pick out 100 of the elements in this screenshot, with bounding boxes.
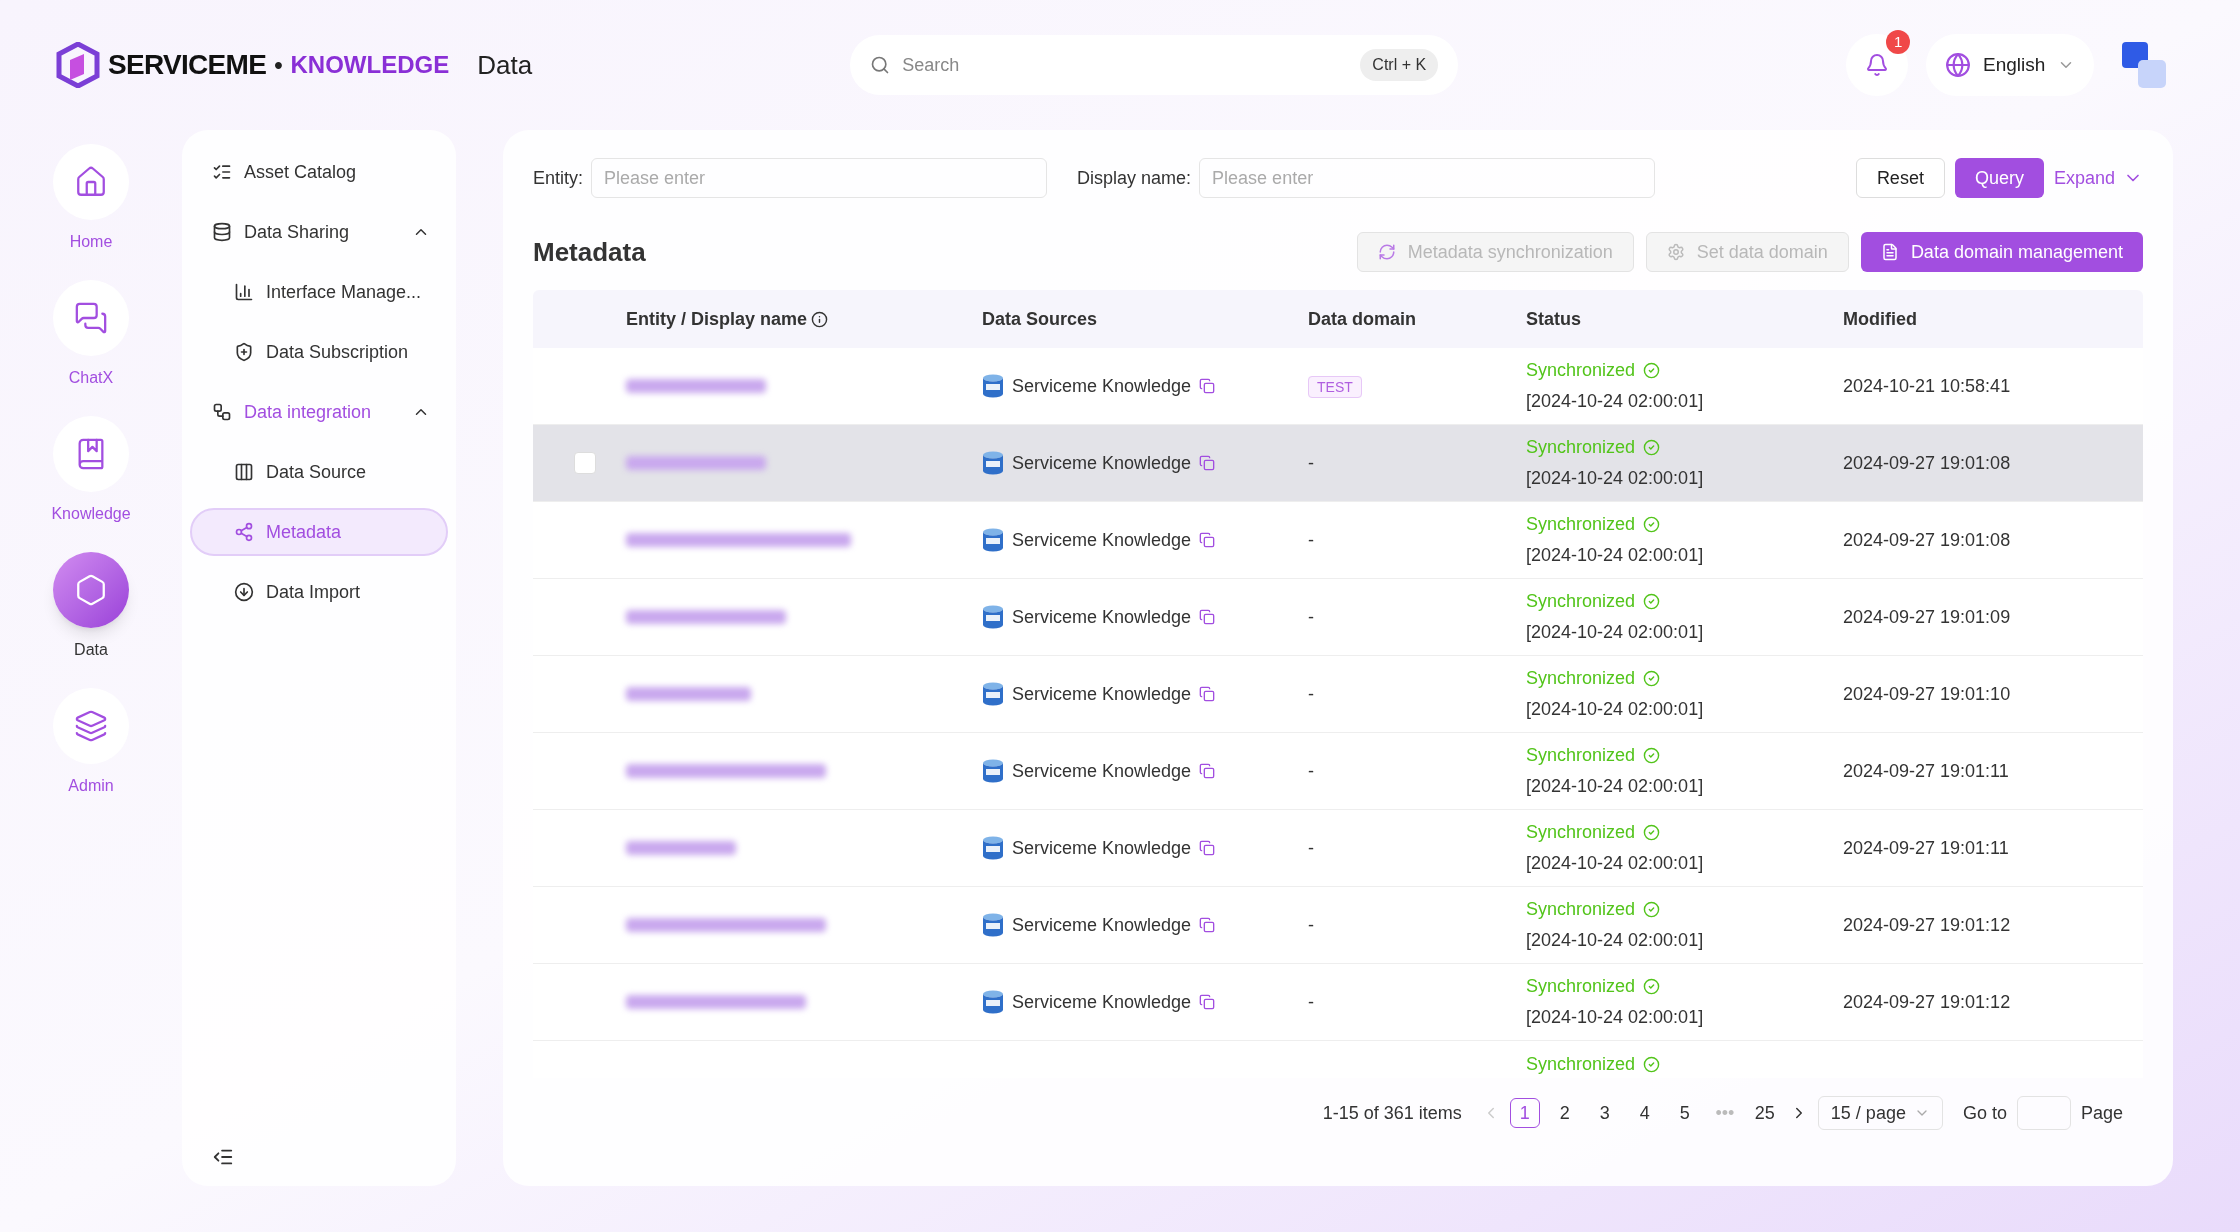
- status-text: Synchronized: [1526, 898, 1636, 921]
- page-button[interactable]: 4: [1629, 1098, 1660, 1128]
- modified-time: 2024-09-27 19:01:10: [1843, 683, 2011, 704]
- page-button[interactable]: 25: [1749, 1098, 1780, 1128]
- check-circle-icon: [1643, 1056, 1661, 1073]
- sidebar-item[interactable]: Metadata: [190, 508, 448, 556]
- domain-text: -: [1308, 914, 1314, 935]
- check-circle-icon: [1643, 362, 1661, 379]
- data-source-name: Serviceme Knowledge: [1012, 682, 1192, 706]
- language-selector[interactable]: English: [1926, 34, 2095, 96]
- info-icon: [811, 310, 829, 328]
- modified-time: 2024-09-27 19:01:12: [1843, 914, 2011, 935]
- data-source-name: Serviceme Knowledge: [1012, 528, 1192, 552]
- sql-database-icon: [982, 682, 1004, 706]
- sync-time: [2024-10-24 02:00:01]: [1526, 1006, 1705, 1029]
- check-circle-icon: [1643, 747, 1661, 764]
- column-header: Entity / Display name: [626, 305, 982, 333]
- search-icon: [870, 55, 891, 75]
- status-text: Synchronized: [1526, 667, 1636, 690]
- sync-time: [2024-10-24 02:00:01]: [1526, 852, 1705, 875]
- status-text: Synchronized: [1526, 821, 1636, 844]
- sync-time: [2024-10-24 02:00:01]: [1526, 929, 1705, 952]
- sidebar-item[interactable]: Data integration: [190, 388, 448, 436]
- domain-text: -: [1308, 837, 1314, 858]
- copy-icon[interactable]: [1199, 917, 1216, 933]
- domain-text: -: [1308, 606, 1314, 627]
- search-field[interactable]: Search Ctrl + K: [850, 35, 1459, 95]
- board-icon: [234, 462, 254, 482]
- sidebar-item[interactable]: Data Source: [190, 448, 448, 496]
- action-button[interactable]: Data domain management: [1860, 232, 2143, 272]
- page-button[interactable]: 2: [1549, 1098, 1580, 1128]
- modified-time: 2024-09-27 19:01:11: [1843, 837, 2009, 858]
- query-button[interactable]: Query: [1954, 158, 2044, 198]
- check-circle-icon: [1643, 901, 1661, 918]
- goto-page-input[interactable]: [2016, 1096, 2071, 1130]
- page-button[interactable]: 3: [1589, 1098, 1620, 1128]
- copy-icon[interactable]: [1199, 378, 1216, 394]
- brand-dot: •: [274, 50, 283, 80]
- globe-icon: [1944, 52, 1971, 78]
- modified-time: 2024-09-27 19:01:11: [1843, 760, 2009, 781]
- modified-time: 2024-09-27 19:01:08: [1843, 529, 2011, 550]
- copy-icon[interactable]: [1199, 532, 1216, 548]
- sidebar-item[interactable]: Data Sharing: [190, 208, 448, 256]
- shortcut-hint: Ctrl + K: [1360, 49, 1439, 81]
- sidebar-item[interactable]: Asset Catalog: [190, 148, 448, 196]
- chat-icon: [74, 301, 108, 335]
- bar-chart-icon: [234, 282, 254, 302]
- reset-button[interactable]: Reset: [1855, 158, 1945, 198]
- copy-icon[interactable]: [1199, 686, 1216, 702]
- sync-time: [2024-10-24 02:00:01]: [1526, 544, 1705, 567]
- expand-button[interactable]: Expand: [2053, 158, 2143, 198]
- sidebar-item[interactable]: Interface Manage...: [190, 268, 448, 316]
- domain-text: -: [1308, 452, 1314, 473]
- sql-database-icon: [982, 451, 1004, 475]
- check-circle-icon: [1643, 670, 1661, 687]
- sql-database-icon: [982, 605, 1004, 629]
- status-text: Synchronized: [1526, 590, 1636, 613]
- brand-product: KNOWLEDGE: [290, 50, 450, 80]
- modified-time: 2024-09-27 19:01:12: [1843, 991, 2011, 1012]
- copy-icon[interactable]: [1199, 994, 1216, 1010]
- status-text: Synchronized: [1526, 744, 1636, 767]
- check-circle-icon: [1643, 516, 1661, 533]
- copy-icon[interactable]: [1199, 455, 1216, 471]
- sidebar-item[interactable]: Data Import: [190, 568, 448, 616]
- list-icon: [212, 162, 232, 182]
- app-switch-icon: [2120, 40, 2169, 90]
- filter-input[interactable]: Please enter: [1199, 158, 1656, 198]
- filter-input[interactable]: Please enter: [591, 158, 1048, 198]
- copy-icon[interactable]: [1199, 840, 1216, 856]
- sync-icon: [1377, 243, 1396, 261]
- copy-icon[interactable]: [1199, 609, 1216, 625]
- logo-icon: [56, 42, 100, 88]
- home-icon: [74, 165, 108, 199]
- page-title: Data: [477, 48, 533, 82]
- column-header: Data domain: [1308, 307, 1418, 331]
- notification-count: 1: [1886, 30, 1911, 54]
- check-circle-icon: [1643, 439, 1661, 456]
- check-circle-icon: [1643, 593, 1661, 610]
- check-circle-icon: [1643, 978, 1661, 995]
- sync-time: [2024-10-24 02:00:01]: [1526, 698, 1705, 721]
- sql-database-icon: [982, 528, 1004, 552]
- sync-time: [2024-10-24 02:00:01]: [1526, 467, 1705, 490]
- column-header: Status: [1526, 307, 1582, 331]
- sidebar-item[interactable]: Data Subscription: [190, 328, 448, 376]
- download-icon: [234, 582, 254, 602]
- search-input[interactable]: Search: [902, 51, 1349, 79]
- status-text: Synchronized: [1526, 359, 1636, 382]
- data-source-name: Serviceme Knowledge: [1012, 913, 1192, 937]
- page-label: Page: [2080, 1101, 2123, 1125]
- column-header: Modified: [1843, 307, 1918, 331]
- domain-text: -: [1308, 760, 1314, 781]
- sql-database-icon: [982, 836, 1004, 860]
- status-text: Synchronized: [1526, 1053, 1636, 1076]
- page-button[interactable]: 1: [1509, 1098, 1540, 1128]
- page-size-select[interactable]: 15 / page: [1817, 1096, 1943, 1130]
- table-row[interactable]: Serviceme Knowledge - Synchronized [2024-10-24 02:00:01] 2024-09-27 19:01:08: [533, 425, 2143, 502]
- page-button[interactable]: 5: [1669, 1098, 1700, 1128]
- copy-icon[interactable]: [1199, 763, 1216, 779]
- row-checkbox[interactable]: [573, 452, 596, 474]
- document-icon: [1880, 243, 1899, 261]
